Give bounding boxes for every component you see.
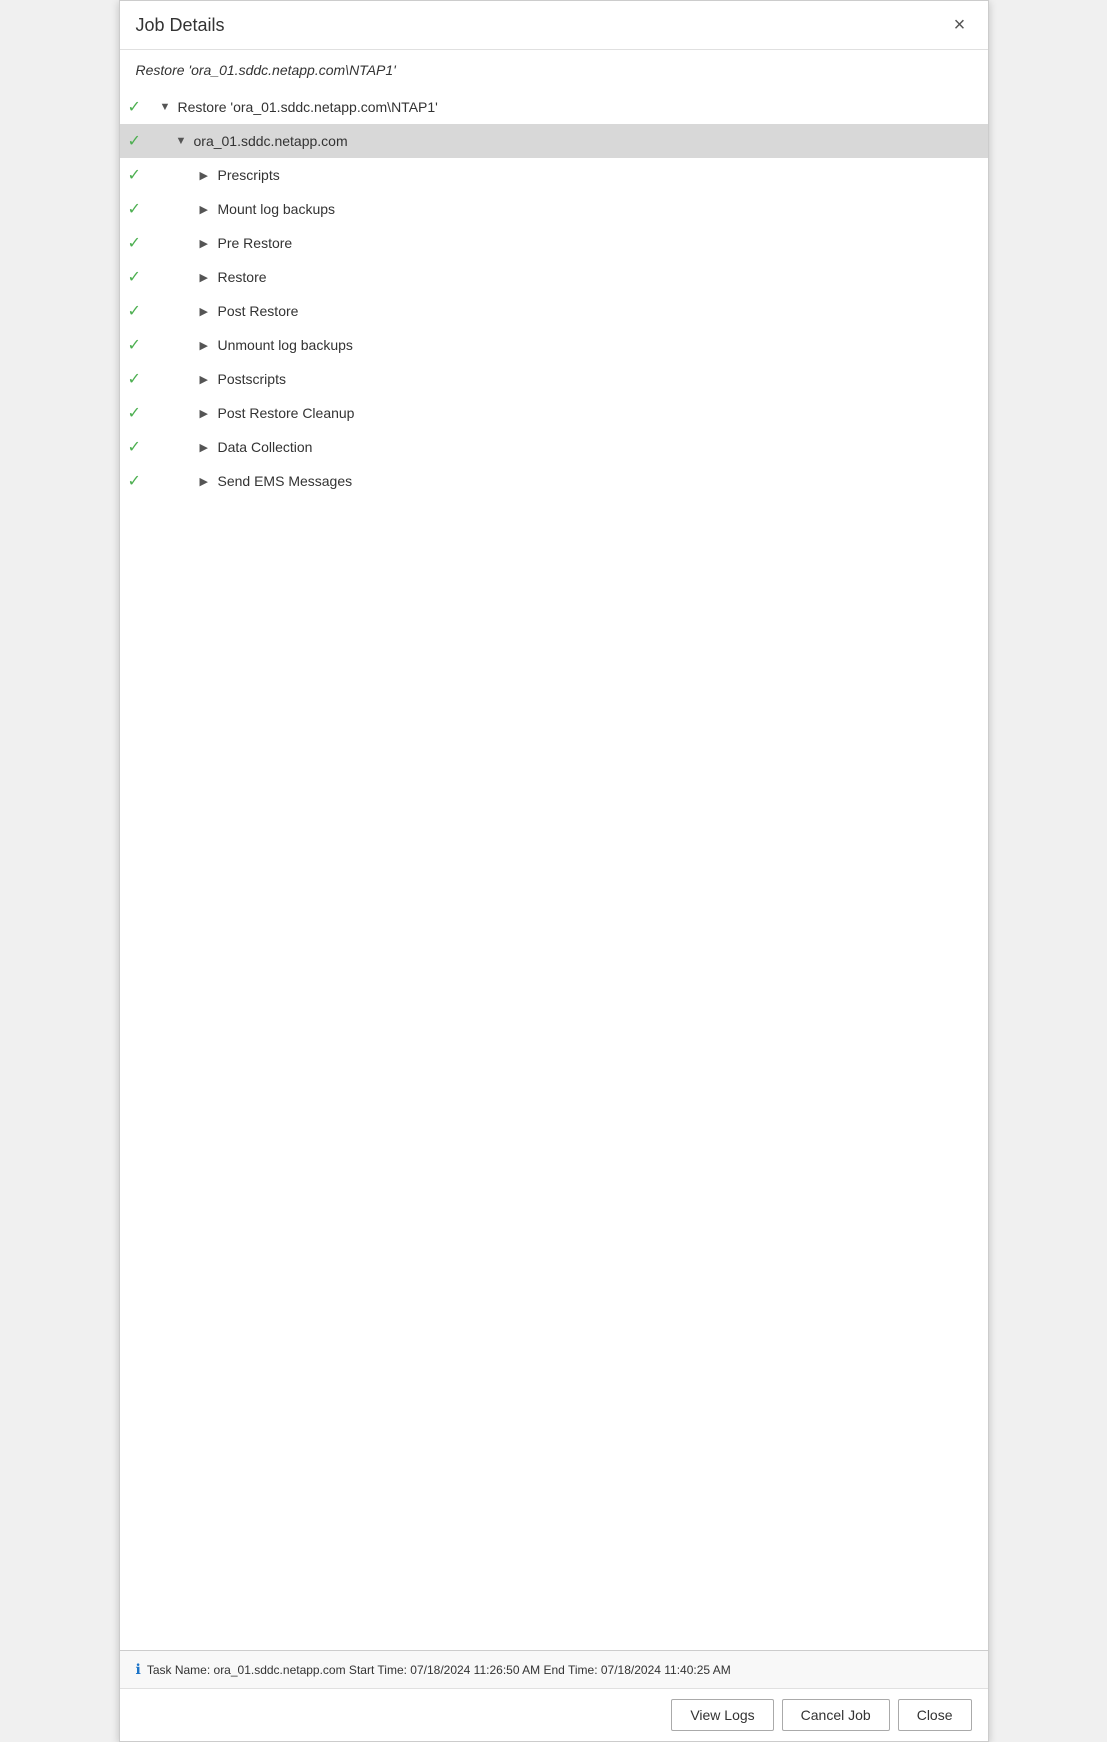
tree-arrow-restore[interactable]: ▶ — [200, 271, 218, 284]
tree-arrow-post-restore[interactable]: ▶ — [200, 305, 218, 318]
tree-item-mount-log-backups[interactable]: ✓ ▶Mount log backups — [120, 192, 988, 226]
job-details-dialog: Job Details × Restore 'ora_01.sddc.netap… — [119, 0, 989, 1742]
tree-item-unmount-log-backups[interactable]: ✓ ▶Unmount log backups — [120, 328, 988, 362]
check-icon-restore: ✓ — [128, 267, 152, 287]
tree-arrow-postscripts[interactable]: ▶ — [200, 373, 218, 386]
tree-label-data-collection: Data Collection — [218, 439, 313, 455]
check-icon-data-collection: ✓ — [128, 437, 152, 457]
tree-label-post-restore-cleanup: Post Restore Cleanup — [218, 405, 355, 421]
tree-arrow-host[interactable]: ▼ — [176, 135, 194, 147]
dialog-header: Job Details × — [120, 1, 988, 50]
tree-item-host[interactable]: ✓ ▼ora_01.sddc.netapp.com — [120, 124, 988, 158]
tree-arrow-data-collection[interactable]: ▶ — [200, 441, 218, 454]
check-icon-unmount-log-backups: ✓ — [128, 335, 152, 355]
tree-item-send-ems-messages[interactable]: ✓ ▶Send EMS Messages — [120, 464, 988, 498]
tree-label-root: Restore 'ora_01.sddc.netapp.com\NTAP1' — [178, 99, 438, 115]
tree-item-prescripts[interactable]: ✓ ▶Prescripts — [120, 158, 988, 192]
tree-label-mount-log-backups: Mount log backups — [218, 201, 336, 217]
status-text: Task Name: ora_01.sddc.netapp.com Start … — [147, 1663, 731, 1677]
close-button[interactable]: Close — [898, 1699, 972, 1731]
check-icon-post-restore-cleanup: ✓ — [128, 403, 152, 423]
info-icon: ℹ — [136, 1661, 141, 1678]
dialog-subtitle: Restore 'ora_01.sddc.netapp.com\NTAP1' — [120, 50, 988, 86]
check-icon-post-restore: ✓ — [128, 301, 152, 321]
cancel-job-button[interactable]: Cancel Job — [782, 1699, 890, 1731]
tree-item-restore[interactable]: ✓ ▶Restore — [120, 260, 988, 294]
tree-arrow-pre-restore[interactable]: ▶ — [200, 237, 218, 250]
tree-arrow-mount-log-backups[interactable]: ▶ — [200, 203, 218, 216]
tree-item-post-restore-cleanup[interactable]: ✓ ▶Post Restore Cleanup — [120, 396, 988, 430]
tree-arrow-send-ems-messages[interactable]: ▶ — [200, 475, 218, 488]
tree-item-post-restore[interactable]: ✓ ▶Post Restore — [120, 294, 988, 328]
tree-container: ✓▼Restore 'ora_01.sddc.netapp.com\NTAP1'… — [120, 86, 988, 502]
check-icon-postscripts: ✓ — [128, 369, 152, 389]
status-bar: ℹ Task Name: ora_01.sddc.netapp.com Star… — [120, 1650, 988, 1688]
tree-item-postscripts[interactable]: ✓ ▶Postscripts — [120, 362, 988, 396]
check-icon-send-ems-messages: ✓ — [128, 471, 152, 491]
tree-label-unmount-log-backups: Unmount log backups — [218, 337, 353, 353]
check-icon-mount-log-backups: ✓ — [128, 199, 152, 219]
dialog-footer: View Logs Cancel Job Close — [120, 1688, 988, 1741]
tree-item-pre-restore[interactable]: ✓ ▶Pre Restore — [120, 226, 988, 260]
close-icon-button[interactable]: × — [948, 13, 972, 37]
tree-item-data-collection[interactable]: ✓ ▶Data Collection — [120, 430, 988, 464]
tree-arrow-unmount-log-backups[interactable]: ▶ — [200, 339, 218, 352]
check-icon-pre-restore: ✓ — [128, 233, 152, 253]
tree-label-restore: Restore — [218, 269, 267, 285]
check-icon-prescripts: ✓ — [128, 165, 152, 185]
check-icon-host: ✓ — [128, 131, 152, 151]
tree-item-root[interactable]: ✓ ▼Restore 'ora_01.sddc.netapp.com\NTAP1' — [120, 90, 988, 124]
tree-arrow-prescripts[interactable]: ▶ — [200, 169, 218, 182]
tree-label-host: ora_01.sddc.netapp.com — [194, 133, 348, 149]
tree-label-send-ems-messages: Send EMS Messages — [218, 473, 353, 489]
tree-arrow-root[interactable]: ▼ — [160, 101, 178, 113]
tree-label-post-restore: Post Restore — [218, 303, 299, 319]
view-logs-button[interactable]: View Logs — [671, 1699, 773, 1731]
tree-label-pre-restore: Pre Restore — [218, 235, 293, 251]
dialog-body: ✓▼Restore 'ora_01.sddc.netapp.com\NTAP1'… — [120, 86, 988, 1650]
tree-arrow-post-restore-cleanup[interactable]: ▶ — [200, 407, 218, 420]
tree-label-postscripts: Postscripts — [218, 371, 286, 387]
check-icon-root: ✓ — [128, 97, 152, 117]
tree-label-prescripts: Prescripts — [218, 167, 280, 183]
dialog-title: Job Details — [136, 15, 225, 36]
